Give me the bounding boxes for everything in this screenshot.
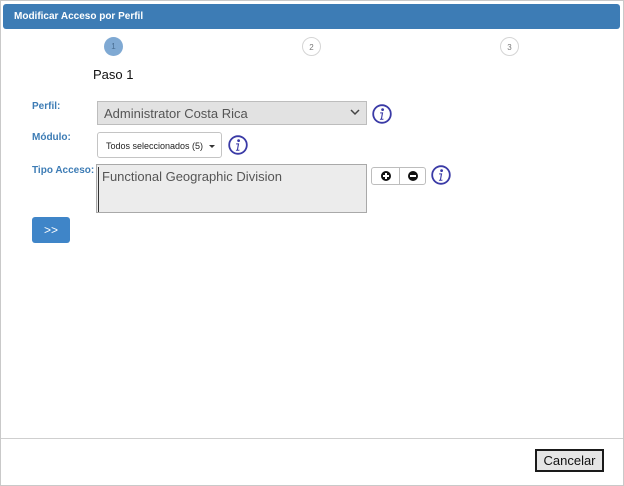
chevron-down-icon	[350, 109, 360, 116]
perfil-selected-value: Administrator Costa Rica	[104, 106, 248, 121]
step-2-indicator[interactable]: 2	[302, 37, 321, 56]
plus-circle-icon	[381, 171, 391, 181]
modify-profile-access-dialog: Modificar Acceso por Perfil 1 2 3 Paso 1…	[0, 0, 624, 486]
tipo-acceso-value: Functional Geographic Division	[102, 169, 282, 184]
perfil-select[interactable]: Administrator Costa Rica	[97, 101, 367, 125]
dialog-title: Modificar Acceso por Perfil	[14, 11, 144, 22]
remove-button[interactable]	[399, 168, 426, 184]
info-icon[interactable]	[431, 165, 451, 185]
add-button[interactable]	[372, 168, 400, 184]
footer-divider	[1, 438, 623, 439]
perfil-label: Perfil:	[32, 101, 61, 112]
info-icon[interactable]	[372, 104, 392, 124]
step-title: Paso 1	[93, 67, 134, 82]
step-3-indicator[interactable]: 3	[500, 37, 519, 56]
modulo-multiselect-button[interactable]: Todos seleccionados (5)	[97, 132, 222, 158]
caret-down-icon	[209, 145, 215, 148]
text-cursor	[98, 167, 99, 212]
dialog-title-bar: Modificar Acceso por Perfil	[3, 4, 620, 29]
tipo-acceso-textarea[interactable]: Functional Geographic Division	[96, 164, 367, 213]
step-1-indicator[interactable]: 1	[104, 37, 123, 56]
cancel-button[interactable]: Cancelar	[535, 449, 604, 472]
next-step-button[interactable]: >>	[32, 217, 70, 243]
minus-circle-icon	[408, 171, 418, 181]
modulo-label: Módulo:	[32, 132, 71, 143]
info-icon[interactable]	[228, 135, 248, 155]
add-remove-button-group	[371, 167, 426, 185]
modulo-selected-value: Todos seleccionados (5)	[106, 141, 204, 151]
tipo-acceso-label: Tipo Acceso:	[32, 165, 95, 176]
